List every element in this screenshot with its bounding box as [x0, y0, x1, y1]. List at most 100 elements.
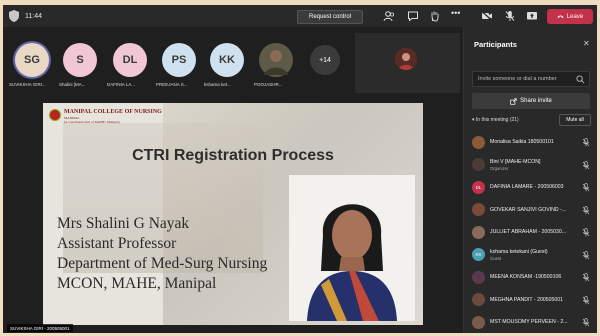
mic-off-icon: [582, 160, 590, 169]
person-portrait-icon: [289, 175, 415, 321]
avatar-initials: DL: [475, 184, 482, 190]
search-icon: [576, 75, 585, 84]
self-video-tile: [355, 33, 460, 93]
avatar-initials: KK: [219, 54, 235, 66]
phone-hangup-icon: [557, 15, 564, 18]
mic-off-icon[interactable]: [504, 10, 516, 22]
person-photo-icon: [395, 48, 417, 70]
participant-role: Organizer: [490, 165, 509, 171]
participant-name: SUVIKSHA GIRI...: [9, 82, 46, 87]
self-avatar: [395, 48, 417, 70]
participant-row[interactable]: Monalisa Saikia 180500101: [470, 131, 596, 154]
slide-line: MCON, MAHE, Manipal: [57, 275, 217, 292]
invite-placeholder: Invite someone or dial a number: [478, 76, 557, 82]
invite-input[interactable]: Invite someone or dial a number: [472, 71, 590, 87]
leave-button[interactable]: Leave: [547, 9, 593, 24]
chat-icon[interactable]: [407, 10, 419, 22]
slide-line: Department of Med-Surg Nursing: [57, 255, 268, 272]
participant-row[interactable]: GOVEKAR SANJIVI GOVIND -...: [470, 199, 596, 222]
participant-row[interactable]: DL DAFINIA LAMARE - 200506003: [470, 176, 596, 199]
participant-name: MST MOUSOMY PERVEEN - 2...: [490, 319, 568, 326]
participant-name: MEENA KONSAM -190500106: [490, 274, 562, 281]
presenter-name-tag: SUVIKSHA GIRI - 200505001: [7, 324, 73, 332]
share-screen-icon[interactable]: [526, 10, 538, 22]
presenter-photo: [289, 175, 415, 321]
slide-line: Mrs Shalini G Nayak: [57, 215, 190, 232]
participant-avatar: [472, 203, 485, 217]
participant-name: POOJASHR...: [254, 82, 283, 87]
participant-avatar: [472, 158, 485, 172]
participant-row[interactable]: JULLIET ABRAHAM - 2005030...: [470, 221, 596, 244]
logo-tagline: (A constituent unit of MAHE, Manipal): [64, 120, 120, 124]
people-icon[interactable]: [383, 10, 395, 22]
participant-avatar: DL: [472, 180, 485, 194]
meeting-toolbar: 11:44 Request control ••• Leave: [3, 5, 597, 27]
mic-off-icon: [582, 295, 590, 304]
participant-list: Monalisa Saikia 180500101 Bini V [MAHE-M…: [470, 131, 596, 333]
participant-avatar: KK: [472, 248, 485, 262]
share-icon: [510, 97, 517, 105]
participant-name: Monalisa Saikia 180500101: [490, 139, 554, 146]
college-logo: MANIPAL COLLEGE OF NURSING MANIPAL (A co…: [49, 109, 169, 129]
request-control-button[interactable]: Request control: [297, 10, 363, 24]
mic-off-icon: [582, 205, 590, 214]
participant-name: kshama ket...: [204, 82, 231, 87]
in-meeting-count: In this meeting (21): [475, 117, 519, 123]
participant-name: DAFINIA LAMARE - 200506003: [490, 184, 564, 191]
participant-row[interactable]: MEGHNA PANDIT - 200505001: [470, 289, 596, 312]
participant-name: Bini V [MAHE-MCON]: [490, 158, 541, 165]
presentation-slide: MANIPAL COLLEGE OF NURSING MANIPAL (A co…: [43, 103, 423, 325]
mic-off-icon: [582, 228, 590, 237]
participant-name: MEGHNA PANDIT - 200505001: [490, 296, 564, 303]
mic-off-icon: [582, 138, 590, 147]
participant-avatar: [472, 270, 485, 284]
raise-hand-icon[interactable]: [429, 10, 441, 22]
participant-avatar[interactable]: SG: [15, 43, 49, 77]
participant-name: JULLIET ABRAHAM - 2005030...: [490, 229, 567, 236]
camera-off-icon[interactable]: [481, 10, 493, 22]
participant-avatar[interactable]: KK: [210, 43, 244, 77]
participant-avatar: [472, 225, 485, 239]
leave-label: Leave: [566, 13, 584, 20]
avatar-initials: DL: [122, 54, 138, 66]
participant-avatar[interactable]: PS: [162, 43, 196, 77]
logo-title: MANIPAL COLLEGE OF NURSING: [64, 109, 162, 115]
participant-name: PREEJANA S...: [156, 82, 188, 87]
participant-avatar[interactable]: S: [63, 43, 97, 77]
participant-row[interactable]: KK kshama ketekani (Guest) Guest: [470, 244, 596, 267]
college-seal-icon: [49, 109, 61, 121]
share-invite-button[interactable]: Share invite: [472, 93, 590, 109]
more-participants-button[interactable]: +14: [310, 45, 340, 75]
mute-all-button[interactable]: Mute all: [559, 114, 591, 126]
in-meeting-header[interactable]: ▾ In this meeting (21): [472, 117, 519, 123]
panel-title: Participants: [474, 40, 517, 49]
participant-avatar: [472, 293, 485, 307]
close-icon[interactable]: ✕: [583, 39, 590, 48]
avatar-initials: KK: [475, 252, 482, 258]
share-invite-label: Share invite: [520, 98, 552, 104]
participant-avatar: [472, 315, 485, 329]
slide-heading: CTRI Registration Process: [132, 147, 334, 164]
avatar-initials: S: [76, 54, 84, 66]
participant-row[interactable]: MEENA KONSAM -190500106: [470, 266, 596, 289]
participant-role: Guest: [490, 255, 502, 261]
participant-avatar[interactable]: DL: [113, 43, 147, 77]
participant-row[interactable]: MST MOUSOMY PERVEEN - 2...: [470, 311, 596, 333]
meeting-timer: 11:44: [25, 12, 42, 20]
mic-off-icon: [582, 318, 590, 327]
participant-name: GOVEKAR SANJIVI GOVIND -...: [490, 206, 567, 213]
participant-name: kshama ketekani (Guest): [490, 248, 548, 255]
teams-meeting-window: 11:44 Request control ••• Leave SG SUVIK…: [3, 5, 597, 333]
mic-off-icon: [582, 273, 590, 282]
participant-gallery: SG SUVIKSHA GIRI... S Shalini [MA... DL …: [3, 27, 463, 97]
mic-off-icon: [582, 183, 590, 192]
mic-off-icon: [582, 250, 590, 259]
participant-photo-avatar[interactable]: [259, 43, 293, 77]
participant-row[interactable]: Bini V [MAHE-MCON] Organizer: [470, 154, 596, 177]
participant-name: DAFINIA LA...: [107, 82, 136, 87]
person-photo-icon: [259, 43, 293, 77]
slide-line: Assistant Professor: [57, 235, 177, 252]
more-actions-icon[interactable]: •••: [451, 8, 463, 20]
shield-icon: [9, 10, 19, 22]
shared-content-stage: MANIPAL COLLEGE OF NURSING MANIPAL (A co…: [3, 97, 463, 333]
